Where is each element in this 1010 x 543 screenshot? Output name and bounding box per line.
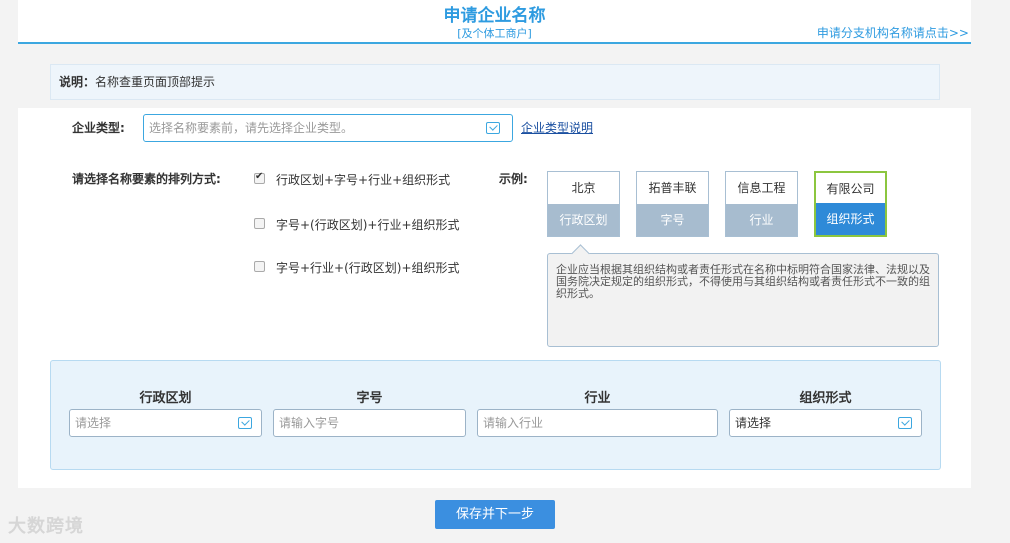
compose-label-org-form: 组织形式 [799,391,852,406]
compose-label-region: 行政区划 [139,391,192,406]
company-type-label: 企业类型: [72,121,125,135]
select-popup-icon[interactable] [898,417,912,429]
checkbox-checked-icon[interactable] [254,171,265,184]
region-select[interactable]: 请选择 [69,409,262,437]
notice-bar: 说明：名称查重页面顶部提示 [50,64,940,100]
arrangement-option-label: 行政区划+字号+行业+组织形式 [276,173,451,187]
example-box-org-form: 有限公司 组织形式 [814,171,887,237]
compose-label-industry: 行业 [584,391,611,406]
example-box-industry: 信息工程 行业 [725,171,798,237]
company-type-placeholder: 选择名称要素前，请先选择企业类型。 [149,121,354,135]
checkbox-icon[interactable] [254,218,265,229]
industry-placeholder: 请输入行业 [483,416,544,430]
notice-label: 说明： [59,75,96,89]
page-header: 申请企业名称 [及个体工商户] 申请分支机构名称请点击>> [18,0,971,44]
org-form-value: 请选择 [735,416,772,430]
watermark: 大数跨境 [8,516,84,537]
example-value: 信息工程 [737,181,786,195]
notice-text: 名称查重页面顶部提示 [95,75,216,89]
arrangement-option-label: 字号+(行政区划)+行业+组织形式 [276,218,460,232]
brand-input[interactable]: 请输入字号 [273,409,466,437]
save-next-button[interactable]: 保存并下一步 [435,500,555,529]
example-value: 北京 [571,181,596,195]
example-value: 拓普丰联 [648,181,697,195]
example-label: 示例: [499,172,528,186]
checkbox-icon[interactable] [254,261,265,272]
example-caption: 组织形式 [816,203,885,235]
example-caption: 行业 [726,204,797,236]
page-title: 申请企业名称 [443,6,546,26]
select-popup-icon[interactable] [486,122,500,134]
example-caption: 字号 [637,204,708,236]
compose-label-brand: 字号 [356,391,383,406]
example-caption: 行政区划 [548,204,619,236]
org-form-select[interactable]: 请选择 [729,409,922,437]
example-box-region: 北京 行政区划 [547,171,620,237]
example-description: 企业应当根据其组织结构或者责任形式在名称中标明符合国家法律、法规以及国务院决定规… [547,253,939,347]
example-value: 有限公司 [826,182,875,196]
example-box-brand: 拓普丰联 字号 [636,171,709,237]
company-type-help-link[interactable]: 企业类型说明 [521,119,593,136]
select-popup-icon[interactable] [238,417,252,429]
region-placeholder: 请选择 [75,416,112,430]
arrangement-option-label: 字号+行业+(行政区划)+组织形式 [276,261,460,275]
arrangement-label: 请选择名称要素的排列方式: [72,172,221,186]
company-type-select[interactable]: 选择名称要素前，请先选择企业类型。 [143,114,513,142]
brand-placeholder: 请输入字号 [279,416,340,430]
industry-input[interactable]: 请输入行业 [477,409,718,437]
branch-application-link[interactable]: 申请分支机构名称请点击>> [817,24,969,41]
